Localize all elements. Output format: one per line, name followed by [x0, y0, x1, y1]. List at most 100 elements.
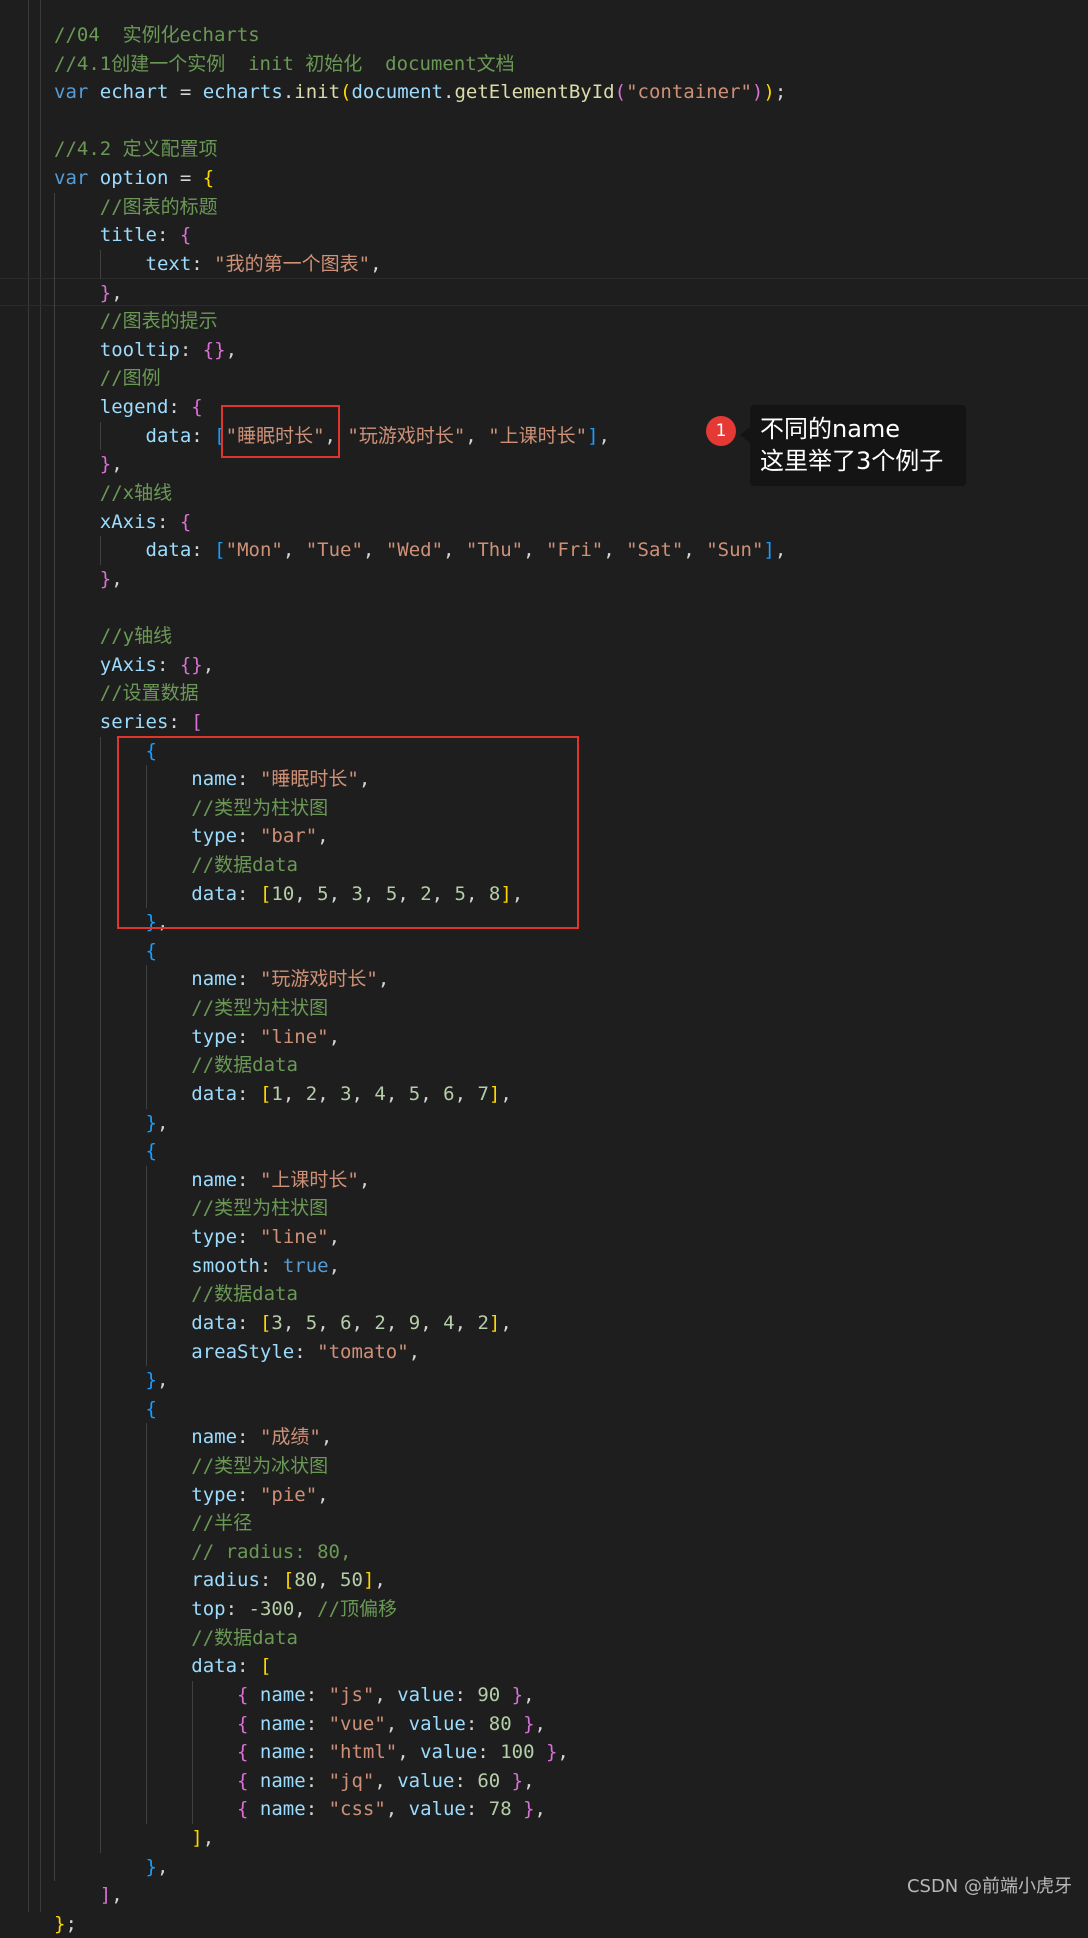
code-token: var [54, 167, 100, 190]
code-token: ] [488, 1082, 501, 1105]
code-token: { [237, 1769, 260, 1792]
code-token: "container" [626, 81, 752, 104]
code-line: yAxis: {}, [54, 651, 214, 679]
code-line: //图表的提示 [54, 307, 218, 335]
code-token: "line" [259, 1025, 329, 1048]
code-token: , [523, 539, 546, 562]
code-token: //顶偏移 [317, 1598, 398, 1621]
code-token: ] [362, 1569, 375, 1592]
code-token: : [237, 968, 260, 991]
indent-guide [100, 249, 101, 279]
code-token: , [408, 1340, 421, 1363]
code-token: , [557, 1741, 569, 1764]
code-token: "jq" [328, 1769, 375, 1792]
code-token: , [377, 968, 390, 991]
code-token: data [191, 1311, 238, 1334]
code-token: "Wed" [385, 539, 444, 562]
code-token: "line" [259, 1226, 329, 1249]
code-line: }, [54, 1853, 169, 1881]
code-line: data: [ [54, 1652, 271, 1680]
code-token: "Sat" [626, 539, 684, 562]
code-token: xAxis [99, 510, 157, 533]
code-token: , [534, 1712, 546, 1735]
code-token: , [317, 1311, 341, 1334]
code-line: data: [1, 2, 3, 4, 5, 6, 7], [54, 1080, 512, 1108]
code-token: series [99, 710, 169, 733]
code-line: data: [3, 5, 6, 2, 9, 4, 2], [54, 1309, 512, 1337]
code-token: : [225, 1598, 249, 1621]
code-token: ] [763, 539, 775, 562]
code-token: ( [614, 81, 627, 104]
code-line: legend: { [54, 393, 203, 421]
code-token: 3 [340, 1082, 352, 1105]
code-token: ] [99, 1884, 112, 1907]
code-token: //类型为冰状图 [191, 1455, 329, 1477]
code-token: } [145, 1855, 157, 1878]
code-token: type [191, 1483, 238, 1506]
code-editor[interactable]: //04 实例化echarts //4.1创建一个实例 init 初始化 docu… [0, 0, 1088, 1935]
code-token: //图例 [99, 367, 161, 390]
code-token: ; [65, 1912, 77, 1935]
code-token: : [191, 539, 215, 562]
code-line: data: ["Mon", "Tue", "Wed", "Thu", "Fri"… [54, 536, 787, 564]
code-token: name [191, 1168, 238, 1191]
code-token: document [351, 81, 443, 104]
code-token: //数据data [191, 1626, 298, 1649]
code-line: radius: [80, 50], [54, 1566, 386, 1594]
code-token: , [156, 1111, 169, 1134]
code-token: ] [587, 424, 599, 447]
code-token: , [420, 1082, 444, 1105]
current-line-highlight [0, 278, 1088, 306]
code-token: areaStyle [191, 1340, 295, 1363]
code-token: : [259, 1254, 283, 1277]
code-token: 1 [271, 1082, 283, 1105]
code-token: , [385, 1311, 409, 1334]
code-token: 2 [305, 1082, 318, 1105]
code-token: legend [99, 396, 169, 419]
code-token: value [397, 1683, 455, 1706]
code-line: //类型为冰状图 [54, 1452, 328, 1480]
code-line: //图例 [54, 364, 161, 392]
code-line: type: "line", [54, 1023, 340, 1051]
code-token: //04 实例化echarts [54, 24, 260, 46]
code-token: value [420, 1741, 478, 1764]
code-token: 90 [477, 1683, 501, 1706]
code-token: : [156, 510, 180, 533]
code-token: name [259, 1683, 306, 1706]
code-line: }, [54, 450, 123, 478]
code-token: } [145, 1111, 157, 1134]
code-line: type: "pie", [54, 1481, 328, 1509]
code-token: name [259, 1769, 306, 1792]
code-line: title: { [54, 221, 192, 249]
code-token: radius [191, 1569, 260, 1592]
code-token: : [191, 252, 215, 275]
code-token: , [351, 1082, 375, 1105]
code-token: //x轴线 [99, 481, 173, 504]
code-token: //设置数据 [99, 682, 199, 705]
code-line: }, [54, 1109, 169, 1137]
code-token: : [237, 1025, 260, 1048]
code-token: . [443, 81, 455, 104]
code-token: name [259, 1798, 306, 1821]
code-line: //4.1创建一个实例 init 初始化 document文档 [54, 50, 515, 78]
code-token: [ [191, 710, 203, 733]
code-line: name: "成绩", [54, 1423, 332, 1451]
code-token: : [454, 1683, 478, 1706]
code-token: //图表的提示 [99, 310, 218, 333]
code-token: : [237, 1655, 260, 1678]
code-token: , [156, 1369, 169, 1392]
code-token: , [328, 1254, 341, 1277]
code-token: , [358, 1168, 371, 1191]
code-line: //数据data [54, 1280, 298, 1308]
code-token: //类型为柱状图 [191, 1197, 329, 1220]
code-token: [ [259, 1655, 272, 1678]
